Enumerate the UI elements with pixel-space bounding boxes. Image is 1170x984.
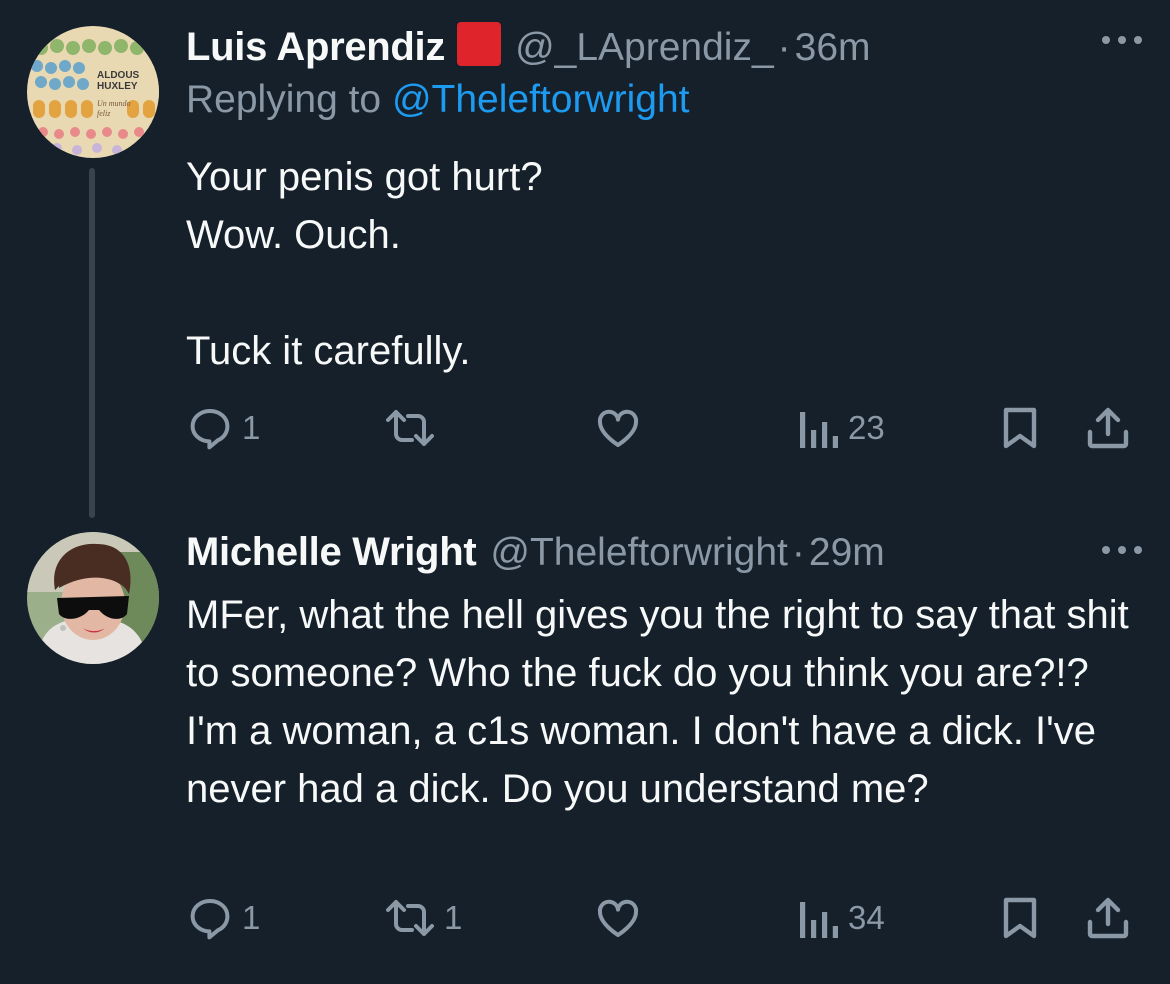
speech-bubble-icon: [190, 409, 230, 450]
timestamp[interactable]: 29m: [809, 531, 885, 575]
more-options-icon[interactable]: [1102, 34, 1142, 46]
avatar[interactable]: [27, 532, 159, 664]
separator: ·: [791, 531, 805, 574]
avatar-book-title-1: Un mundo: [97, 99, 131, 108]
views-button[interactable]: 23: [796, 404, 885, 452]
reply-button[interactable]: 1: [186, 894, 260, 942]
retweet-button[interactable]: [384, 404, 444, 452]
reply-count: 1: [242, 899, 261, 936]
reply-button[interactable]: 1: [186, 404, 260, 452]
bookmark-icon: [1003, 407, 1037, 449]
speech-bubble-icon: [190, 899, 230, 940]
tweet-text: MFer, what the hell gives you the right …: [186, 593, 1129, 811]
share-upload-icon: [1087, 407, 1129, 449]
heart-outline-icon: [597, 899, 639, 937]
more-options-icon[interactable]: [1102, 544, 1142, 556]
view-count: 34: [848, 899, 885, 936]
tweet-header: Luis Aprendiz @_LAprendiz_ · 36m: [186, 16, 871, 70]
reply-count: 1: [242, 409, 261, 446]
retweet-arrows-icon: [386, 410, 434, 446]
like-button[interactable]: [594, 894, 650, 942]
bar-chart-icon: [800, 412, 838, 448]
timestamp[interactable]: 36m: [795, 26, 871, 70]
avatar-book-author-1: ALDOUS: [97, 70, 140, 81]
bookmark-button[interactable]: [998, 894, 1042, 942]
avatar-book-author-2: HUXLEY: [97, 81, 138, 92]
red-square-emoji-icon: [457, 22, 502, 66]
author-handle[interactable]: @Theleftorwright: [490, 531, 788, 575]
tweet[interactable]: Michelle Wright @Theleftorwright · 29m M…: [0, 530, 1170, 984]
tweet-header: Michelle Wright @Theleftorwright · 29m: [186, 530, 885, 575]
mention-link[interactable]: @Theleftorwright: [392, 78, 690, 121]
avatar[interactable]: ALDOUS HUXLEY Un mundo feliz: [27, 26, 159, 158]
author-handle[interactable]: @_LAprendiz_: [515, 26, 774, 70]
bookmark-icon: [1003, 897, 1037, 939]
share-upload-icon: [1087, 897, 1129, 939]
share-button[interactable]: [1084, 894, 1132, 942]
retweet-count: 1: [444, 899, 463, 936]
heart-outline-icon: [597, 409, 639, 447]
like-button[interactable]: [594, 404, 650, 452]
retweet-arrows-icon: [386, 900, 434, 936]
tweet-actions: 1 1 34: [186, 894, 1140, 944]
replying-prefix: Replying to: [186, 78, 392, 121]
retweet-button[interactable]: 1: [384, 894, 462, 942]
share-button[interactable]: [1084, 404, 1132, 452]
bar-chart-icon: [800, 902, 838, 938]
avatar-book-title-2: feliz: [97, 109, 111, 118]
thread-line: [89, 168, 95, 518]
tweet-actions: 1 23: [186, 404, 1140, 454]
tweet-text: Your penis got hurt? Wow. Ouch. Tuck it …: [186, 155, 543, 373]
replying-to: Replying to @Theleftorwright: [186, 78, 689, 122]
tweet[interactable]: ALDOUS HUXLEY Un mundo feliz Luis Aprend…: [0, 0, 1170, 530]
author-name[interactable]: Luis Aprendiz: [186, 25, 445, 70]
bookmark-button[interactable]: [998, 404, 1042, 452]
view-count: 23: [848, 409, 885, 446]
separator: ·: [777, 26, 791, 69]
views-button[interactable]: 34: [796, 894, 885, 942]
author-name[interactable]: Michelle Wright: [186, 530, 477, 575]
